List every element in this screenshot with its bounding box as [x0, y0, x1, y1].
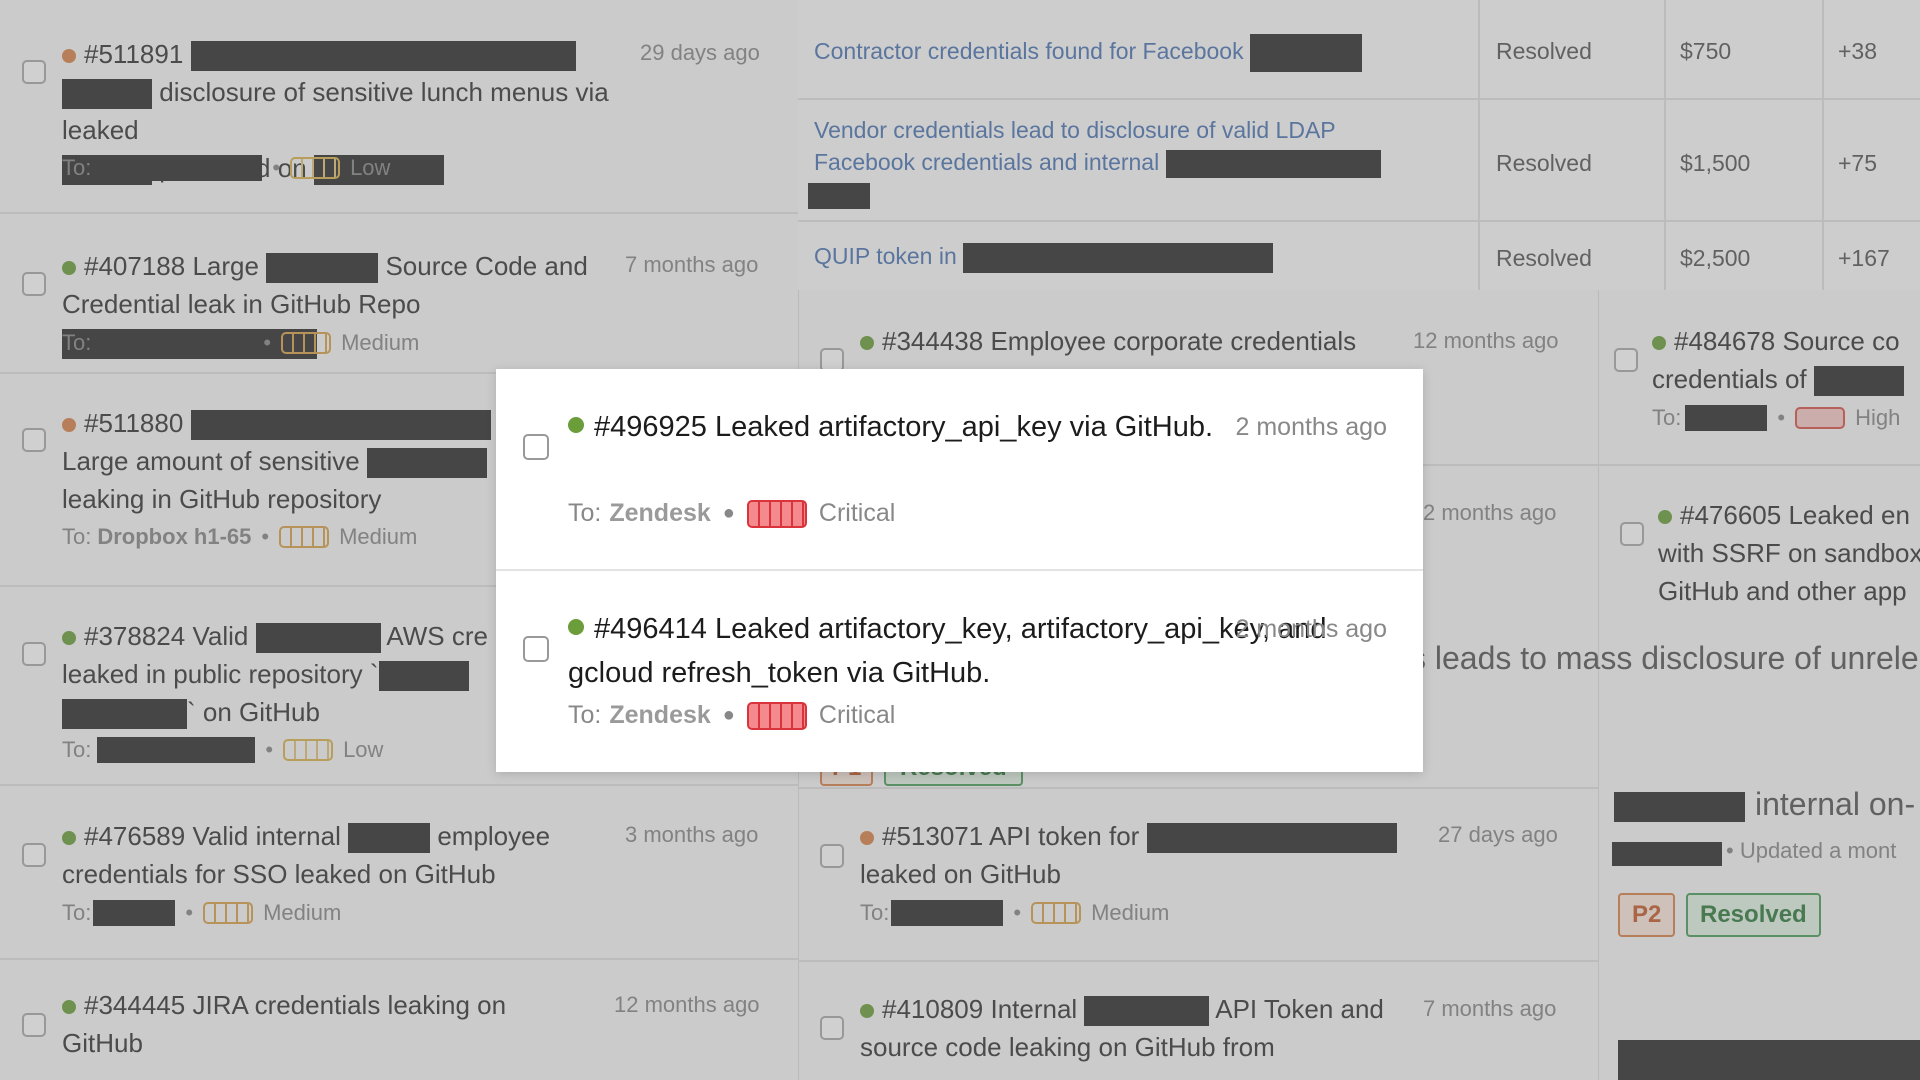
- report-checkbox[interactable]: [523, 434, 549, 460]
- popup-report-item[interactable]: #496925 Leaked artifactory_api_key via G…: [496, 369, 1423, 569]
- severity-critical-icon: [746, 499, 807, 528]
- severity-critical-icon: [746, 701, 807, 730]
- popup-report-item[interactable]: #496414 Leaked artifactory_key, artifact…: [496, 571, 1423, 771]
- status-dot: [568, 619, 584, 636]
- report-time: 2 months ago: [1235, 413, 1388, 441]
- report-meta: To: Zendesk ● Critical: [568, 701, 896, 730]
- report-title[interactable]: #496925 Leaked artifactory_api_key via G…: [568, 405, 1218, 449]
- status-dot: [568, 417, 584, 434]
- report-checkbox[interactable]: [523, 636, 549, 662]
- report-time: 2 months ago: [1235, 615, 1388, 643]
- report-meta: To: Zendesk ● Critical: [568, 499, 896, 528]
- team-name[interactable]: Zendesk: [609, 499, 710, 528]
- team-name[interactable]: Zendesk: [609, 701, 710, 730]
- selected-reports-popup: #496925 Leaked artifactory_api_key via G…: [496, 369, 1423, 772]
